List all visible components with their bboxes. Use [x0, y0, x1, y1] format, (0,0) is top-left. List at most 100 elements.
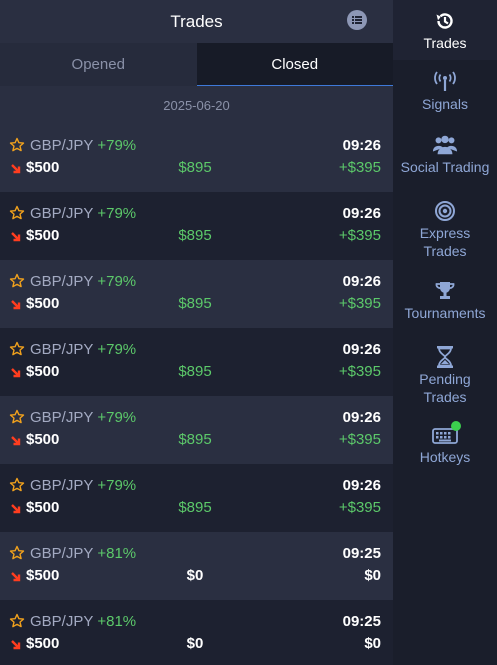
trade-tabs: Opened Closed [0, 43, 393, 86]
down-arrow-icon [11, 572, 21, 582]
sidebar-item-hotkeys[interactable]: Hotkeys [393, 414, 497, 474]
sidebar-item-signals[interactable]: Signals [393, 60, 497, 122]
trade-time: 09:26 [342, 137, 381, 154]
list-icon [352, 16, 362, 24]
trade-pair: GBP/JPY +79% [30, 409, 136, 426]
trade-amount: $500 [26, 159, 60, 176]
trade-row[interactable]: GBP/JPY +79% $500 $895 09:26 +$395 [0, 464, 393, 532]
keyboard-icon [432, 421, 461, 448]
star-icon[interactable] [9, 545, 25, 561]
trades-panel: Trades Opened Closed 2025-06-20 GBP/JPY +… [0, 0, 393, 665]
pair-name: GBP/JPY [30, 409, 94, 426]
payout-percent: +81% [97, 545, 137, 562]
trade-result: $895 [178, 431, 212, 448]
trade-row[interactable]: GBP/JPY +79% $500 $895 09:26 +$395 [0, 328, 393, 396]
down-arrow-icon [11, 504, 21, 514]
trade-result: $895 [178, 499, 212, 516]
trade-row[interactable]: GBP/JPY +79% $500 $895 09:26 +$395 [0, 124, 393, 192]
payout-percent: +81% [97, 613, 137, 630]
trade-result: $895 [178, 227, 212, 244]
trade-row[interactable]: GBP/JPY +81% $500 $0 09:25 $0 [0, 600, 393, 665]
trade-profit: $0 [364, 567, 381, 584]
trade-profit: +$395 [338, 499, 381, 516]
sidebar-item-express-trades[interactable]: Express Trades [393, 188, 497, 268]
trade-row[interactable]: GBP/JPY +79% $500 $895 09:26 +$395 [0, 192, 393, 260]
trade-amount: $500 [26, 431, 60, 448]
star-icon[interactable] [9, 613, 25, 629]
online-status-dot [451, 421, 461, 431]
trade-result: $0 [186, 635, 204, 652]
star-icon[interactable] [9, 137, 25, 153]
payout-percent: +79% [97, 273, 137, 290]
trade-amount: $500 [26, 227, 60, 244]
sidebar-label-social-trading: Social Trading [400, 159, 490, 175]
trade-profit: +$395 [338, 431, 381, 448]
payout-percent: +79% [97, 477, 137, 494]
sidebar-item-trades[interactable]: Trades [393, 0, 497, 60]
trade-pair: GBP/JPY +81% [30, 613, 136, 630]
star-icon[interactable] [9, 205, 25, 221]
down-arrow-icon [11, 368, 21, 378]
users-group-icon [432, 132, 458, 158]
down-arrow-icon [11, 232, 21, 242]
trade-profit: $0 [364, 635, 381, 652]
trade-amount: $500 [26, 567, 60, 584]
sidebar-item-tournaments[interactable]: Tournaments [393, 268, 497, 334]
panel-title: Trades [170, 11, 223, 31]
trade-result: $0 [186, 567, 204, 584]
star-icon[interactable] [9, 409, 25, 425]
trade-amount: $500 [26, 295, 60, 312]
trade-result: $895 [178, 159, 212, 176]
pair-name: GBP/JPY [30, 613, 94, 630]
pair-name: GBP/JPY [30, 545, 94, 562]
trade-row[interactable]: GBP/JPY +81% $500 $0 09:25 $0 [0, 532, 393, 600]
sidebar-label-pending-trades: Trades [423, 389, 467, 405]
trade-time: 09:25 [342, 545, 381, 562]
down-arrow-icon [11, 164, 21, 174]
payout-percent: +79% [97, 137, 137, 154]
down-arrow-icon [11, 436, 21, 446]
sidebar-label-tournaments: Tournaments [404, 305, 486, 321]
star-icon[interactable] [9, 341, 25, 357]
sidebar-item-social-trading[interactable]: Social Trading [393, 122, 497, 188]
trade-pair: GBP/JPY +79% [30, 205, 136, 222]
sidebar-label-express: Express [419, 225, 471, 241]
date-header: 2025-06-20 [0, 86, 393, 124]
hourglass-icon [432, 344, 458, 370]
star-icon[interactable] [9, 273, 25, 289]
trade-pair: GBP/JPY +79% [30, 273, 136, 290]
pair-name: GBP/JPY [30, 273, 94, 290]
trade-profit: +$395 [338, 159, 381, 176]
down-arrow-icon [11, 300, 21, 310]
trade-list: GBP/JPY +79% $500 $895 09:26 +$395 GBP/JP… [0, 124, 393, 665]
star-icon[interactable] [9, 477, 25, 493]
trade-amount: $500 [26, 499, 60, 516]
down-arrow-icon [11, 640, 21, 650]
tab-closed[interactable]: Closed [196, 43, 393, 86]
trade-pair: GBP/JPY +81% [30, 545, 136, 562]
trade-profit: +$395 [338, 227, 381, 244]
trade-time: 09:26 [342, 205, 381, 222]
trade-amount: $500 [26, 635, 60, 652]
trade-result: $895 [178, 295, 212, 312]
trade-profit: +$395 [338, 363, 381, 380]
trades-app: Trades Opened Closed 2025-06-20 GBP/JPY +… [0, 0, 497, 665]
trade-row[interactable]: GBP/JPY +79% $500 $895 09:26 +$395 [0, 396, 393, 464]
panel-header: Trades [0, 0, 393, 43]
payout-percent: +79% [97, 341, 137, 358]
trade-pair: GBP/JPY +79% [30, 477, 136, 494]
sidebar-label-signals: Signals [422, 96, 468, 112]
target-icon [432, 198, 458, 224]
trade-row[interactable]: GBP/JPY +79% $500 $895 09:26 +$395 [0, 260, 393, 328]
sidebar-label-express-trades: Trades [423, 243, 467, 259]
trade-pair: GBP/JPY +79% [30, 341, 136, 358]
payout-percent: +79% [97, 409, 137, 426]
trade-time: 09:26 [342, 409, 381, 426]
trade-time: 09:26 [342, 341, 381, 358]
sidebar-item-pending-trades[interactable]: Pending Trades [393, 334, 497, 414]
sidebar-label-trades: Trades [423, 35, 467, 51]
trade-pair: GBP/JPY +79% [30, 137, 136, 154]
tab-opened[interactable]: Opened [0, 43, 197, 86]
list-view-button[interactable] [347, 10, 367, 30]
pair-name: GBP/JPY [30, 477, 94, 494]
